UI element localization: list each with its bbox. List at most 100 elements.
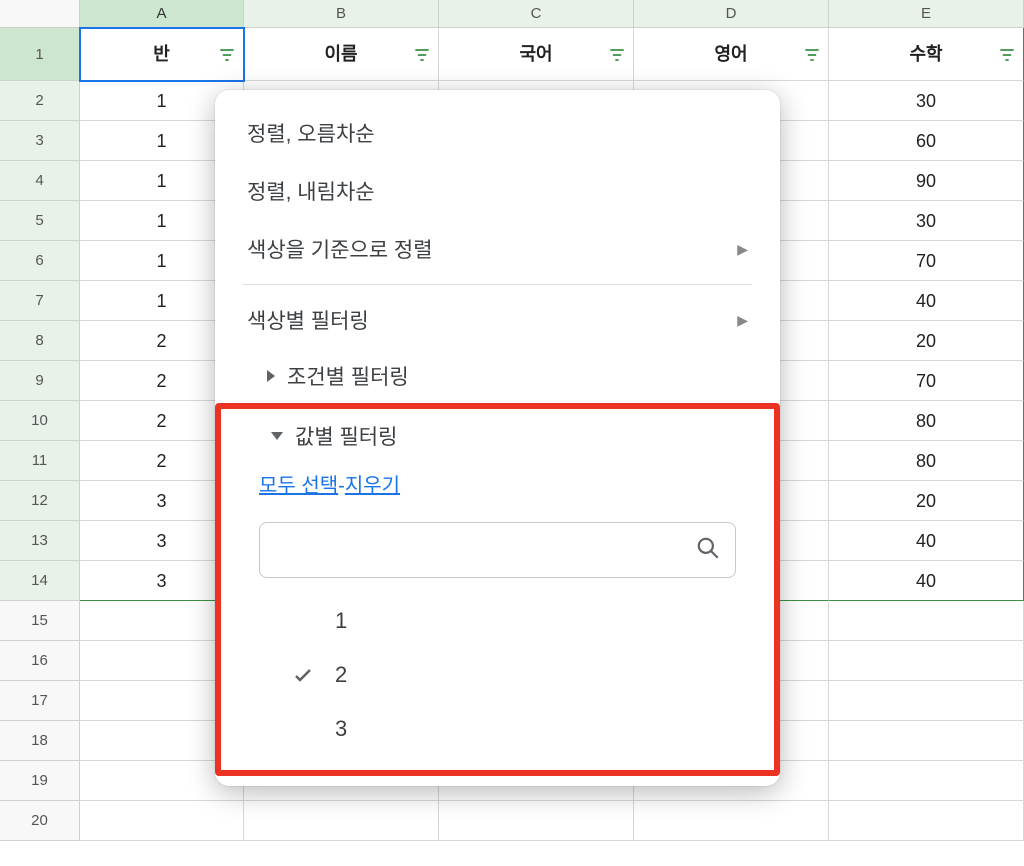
search-icon <box>695 535 721 566</box>
filter-icon[interactable] <box>607 45 625 63</box>
cell[interactable]: 20 <box>829 321 1024 361</box>
filter-by-values-label: 값별 필터링 <box>295 421 397 451</box>
select-all-link[interactable]: 모두 선택 <box>259 475 338 497</box>
cell[interactable]: 40 <box>829 521 1024 561</box>
check-icon <box>289 663 317 687</box>
col-header-A[interactable]: A <box>80 0 244 28</box>
filter-by-color-label: 색상별 필터링 <box>247 305 369 335</box>
filter-by-condition-label: 조건별 필터링 <box>287 361 409 391</box>
row-header[interactable]: 3 <box>0 121 80 161</box>
cell[interactable] <box>829 721 1024 761</box>
row-header[interactable]: 11 <box>0 441 80 481</box>
row-header[interactable]: 16 <box>0 641 80 681</box>
spreadsheet: A B C D E 1 반 이름 국어 <box>0 0 1024 866</box>
col-header-D[interactable]: D <box>634 0 829 28</box>
cell-A1[interactable]: 반 <box>80 28 244 81</box>
sort-descending[interactable]: 정렬, 내림차순 <box>215 162 780 220</box>
filter-by-condition[interactable]: 조건별 필터링 <box>215 349 780 403</box>
row-header[interactable]: 7 <box>0 281 80 321</box>
row-header[interactable]: 4 <box>0 161 80 201</box>
row-header[interactable]: 8 <box>0 321 80 361</box>
cell[interactable] <box>829 641 1024 681</box>
header-label-A: 반 <box>153 44 170 64</box>
cell[interactable]: 80 <box>829 401 1024 441</box>
cell[interactable]: 40 <box>829 561 1024 601</box>
cell[interactable] <box>80 801 244 841</box>
cell-E1[interactable]: 수학 <box>829 28 1024 81</box>
row-header[interactable]: 20 <box>0 801 80 841</box>
cell[interactable]: 70 <box>829 361 1024 401</box>
cell[interactable]: 90 <box>829 161 1024 201</box>
sort-by-color-label: 색상을 기준으로 정렬 <box>247 234 433 264</box>
highlight-annotation: 값별 필터링 모두 선택-지우기 1 <box>215 403 780 776</box>
cell[interactable] <box>829 761 1024 801</box>
filter-search-input[interactable] <box>274 540 695 561</box>
filter-value-label: 1 <box>335 608 347 634</box>
row-header[interactable]: 13 <box>0 521 80 561</box>
row-header[interactable]: 17 <box>0 681 80 721</box>
filter-value-option[interactable]: 2 <box>259 648 736 702</box>
table-row: 1 반 이름 국어 영어 <box>0 28 1024 81</box>
row-header[interactable]: 14 <box>0 561 80 601</box>
triangle-right-icon <box>267 370 275 382</box>
filter-by-values[interactable]: 값별 필터링 <box>221 409 774 463</box>
cell[interactable] <box>439 801 634 841</box>
cell[interactable] <box>244 801 439 841</box>
cell-D1[interactable]: 영어 <box>634 28 829 81</box>
filter-search-box[interactable] <box>259 522 736 578</box>
row-header[interactable]: 9 <box>0 361 80 401</box>
filter-value-label: 2 <box>335 662 347 688</box>
divider <box>243 284 752 285</box>
triangle-down-icon <box>271 432 283 440</box>
clear-link[interactable]: 지우기 <box>345 475 400 497</box>
column-header-row: A B C D E <box>0 0 1024 28</box>
cell[interactable] <box>829 801 1024 841</box>
sort-descending-label: 정렬, 내림차순 <box>247 176 375 206</box>
row-header[interactable]: 10 <box>0 401 80 441</box>
cell[interactable] <box>829 681 1024 721</box>
filter-value-option[interactable]: 1 <box>259 594 736 648</box>
filter-value-option[interactable]: 3 <box>259 702 736 756</box>
cell-B1[interactable]: 이름 <box>244 28 439 81</box>
row-header-1[interactable]: 1 <box>0 28 80 81</box>
cell[interactable]: 20 <box>829 481 1024 521</box>
header-label-E: 수학 <box>909 44 942 64</box>
filter-values-list: 1 2 3 <box>221 594 774 756</box>
row-header[interactable]: 19 <box>0 761 80 801</box>
cell[interactable] <box>829 601 1024 641</box>
row-header[interactable]: 15 <box>0 601 80 641</box>
filter-value-label: 3 <box>335 716 347 742</box>
separator: - <box>338 475 345 497</box>
corner-cell[interactable] <box>0 0 80 28</box>
row-header[interactable]: 2 <box>0 81 80 121</box>
sort-ascending[interactable]: 정렬, 오름차순 <box>215 104 780 162</box>
filter-by-color[interactable]: 색상별 필터링 ▶ <box>215 291 780 349</box>
select-clear-links: 모두 선택-지우기 <box>221 463 774 512</box>
chevron-right-icon: ▶ <box>737 312 748 329</box>
filter-icon[interactable] <box>997 45 1015 63</box>
chevron-right-icon: ▶ <box>737 241 748 258</box>
cell[interactable]: 80 <box>829 441 1024 481</box>
col-header-C[interactable]: C <box>439 0 634 28</box>
cell[interactable]: 30 <box>829 81 1024 121</box>
filter-icon[interactable] <box>217 45 235 63</box>
cell[interactable]: 70 <box>829 241 1024 281</box>
filter-dropdown: 정렬, 오름차순 정렬, 내림차순 색상을 기준으로 정렬 ▶ 색상별 필터링 … <box>215 90 780 786</box>
col-header-E[interactable]: E <box>829 0 1024 28</box>
row-header[interactable]: 18 <box>0 721 80 761</box>
cell[interactable]: 30 <box>829 201 1024 241</box>
cell-C1[interactable]: 국어 <box>439 28 634 81</box>
header-label-B: 이름 <box>324 44 357 64</box>
col-header-B[interactable]: B <box>244 0 439 28</box>
row-header[interactable]: 5 <box>0 201 80 241</box>
cell[interactable] <box>634 801 829 841</box>
table-row: 20 <box>0 801 1024 841</box>
filter-icon[interactable] <box>802 45 820 63</box>
sort-by-color[interactable]: 색상을 기준으로 정렬 ▶ <box>215 220 780 278</box>
filter-icon[interactable] <box>412 45 430 63</box>
row-header[interactable]: 6 <box>0 241 80 281</box>
cell[interactable]: 60 <box>829 121 1024 161</box>
row-header[interactable]: 12 <box>0 481 80 521</box>
header-label-C: 국어 <box>519 44 552 64</box>
cell[interactable]: 40 <box>829 281 1024 321</box>
